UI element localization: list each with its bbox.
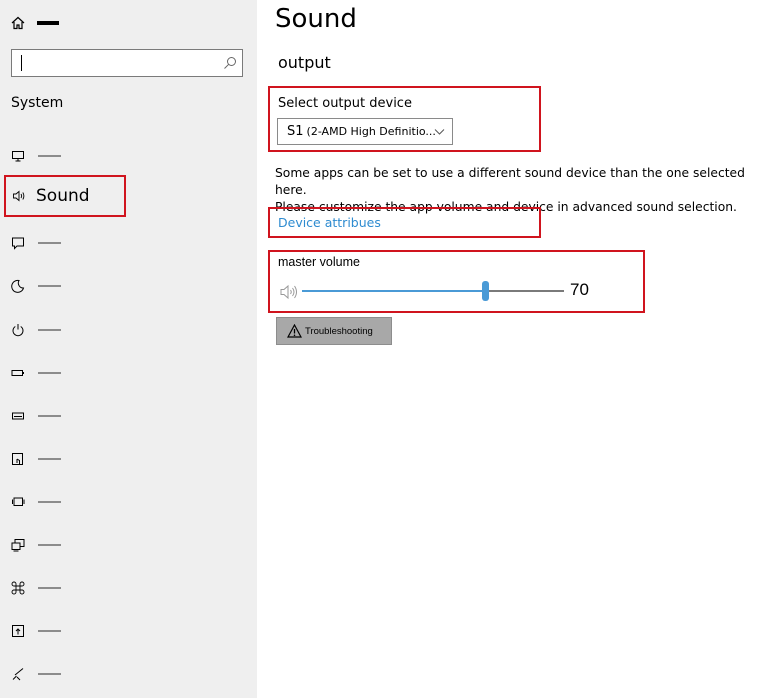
sidebar-item-label-redacted — [38, 544, 61, 546]
page-title: Sound — [275, 4, 357, 34]
volume-value: 70 — [570, 280, 589, 299]
sidebar-item-battery[interactable] — [11, 361, 251, 385]
notification-icon — [11, 236, 25, 250]
display-icon — [11, 149, 25, 163]
sidebar-item-power[interactable] — [11, 318, 251, 342]
sidebar-item-label-redacted — [38, 501, 61, 503]
sidebar-item-label-redacted — [38, 458, 61, 460]
sidebar-item-shared-experiences[interactable] — [11, 576, 251, 600]
sidebar-item-remote-desktop[interactable] — [11, 662, 251, 686]
device-properties-group: Device attribues — [268, 207, 541, 238]
description-line-1: Some apps can be set to use a different … — [275, 166, 745, 197]
chevron-down-icon — [434, 129, 445, 135]
multitasking-icon — [11, 495, 25, 509]
sidebar-item-label-redacted — [38, 155, 61, 157]
sidebar-item-label-redacted — [38, 285, 61, 287]
troubleshoot-label: Troubleshooting — [305, 325, 373, 337]
sidebar-item-tablet[interactable] — [11, 447, 251, 471]
moon-icon — [11, 279, 25, 293]
speaker-icon — [13, 190, 25, 202]
sidebar-item-label-redacted — [38, 372, 61, 374]
sidebar-item-sound[interactable]: Sound — [4, 175, 126, 217]
sidebar-item-storage[interactable] — [11, 404, 251, 428]
output-device-label: Select output device — [278, 96, 412, 111]
clipboard-icon — [11, 624, 25, 638]
output-device-value: (2-AMD High Definitio... — [306, 125, 436, 138]
sidebar-item-label-redacted — [38, 242, 61, 244]
search-input[interactable] — [11, 49, 243, 77]
projecting-icon — [11, 538, 25, 552]
sidebar-item-display[interactable] — [11, 144, 251, 168]
section-title: System — [11, 95, 64, 111]
warning-icon — [287, 324, 302, 338]
power-icon — [11, 323, 25, 337]
sidebar-item-label-redacted — [38, 587, 61, 589]
output-device-prefix: S1 — [287, 124, 304, 139]
tablet-icon — [11, 452, 25, 466]
sidebar-item-label-redacted — [38, 415, 61, 417]
troubleshoot-button[interactable]: Troubleshooting — [276, 317, 392, 345]
storage-icon — [11, 409, 25, 423]
sidebar-item-focus-assist[interactable] — [11, 274, 251, 298]
sidebar-item-label-redacted — [38, 329, 61, 331]
sidebar-item-label-redacted — [38, 630, 61, 632]
search-icon — [224, 57, 236, 69]
sidebar-item-clipboard[interactable] — [11, 619, 251, 643]
master-volume-label: master volume — [278, 255, 360, 269]
remote-desktop-icon — [11, 667, 25, 681]
speaker-icon[interactable] — [279, 283, 299, 301]
shared-experiences-icon — [11, 581, 25, 595]
volume-slider-fill — [302, 290, 486, 292]
sidebar: System Sound — [0, 0, 257, 698]
home-button[interactable] — [11, 12, 71, 34]
master-volume-group: master volume 70 — [268, 250, 645, 313]
battery-icon — [11, 366, 25, 380]
sidebar-item-notifications[interactable] — [11, 231, 251, 255]
volume-slider[interactable] — [302, 281, 564, 301]
sidebar-item-projecting[interactable] — [11, 533, 251, 557]
sidebar-item-label: Sound — [36, 186, 90, 206]
sidebar-item-multitasking[interactable] — [11, 490, 251, 514]
volume-slider-thumb[interactable] — [482, 281, 490, 301]
output-device-dropdown[interactable]: S1 (2-AMD High Definitio... — [277, 118, 453, 145]
sidebar-item-label-redacted — [38, 673, 61, 675]
device-properties-link[interactable]: Device attribues — [278, 215, 381, 230]
text-caret — [21, 55, 22, 71]
output-section-title: output — [278, 53, 331, 72]
home-label-redacted — [37, 21, 59, 25]
home-icon — [11, 16, 25, 30]
output-device-group: Select output device S1 (2-AMD High Defi… — [268, 86, 541, 152]
